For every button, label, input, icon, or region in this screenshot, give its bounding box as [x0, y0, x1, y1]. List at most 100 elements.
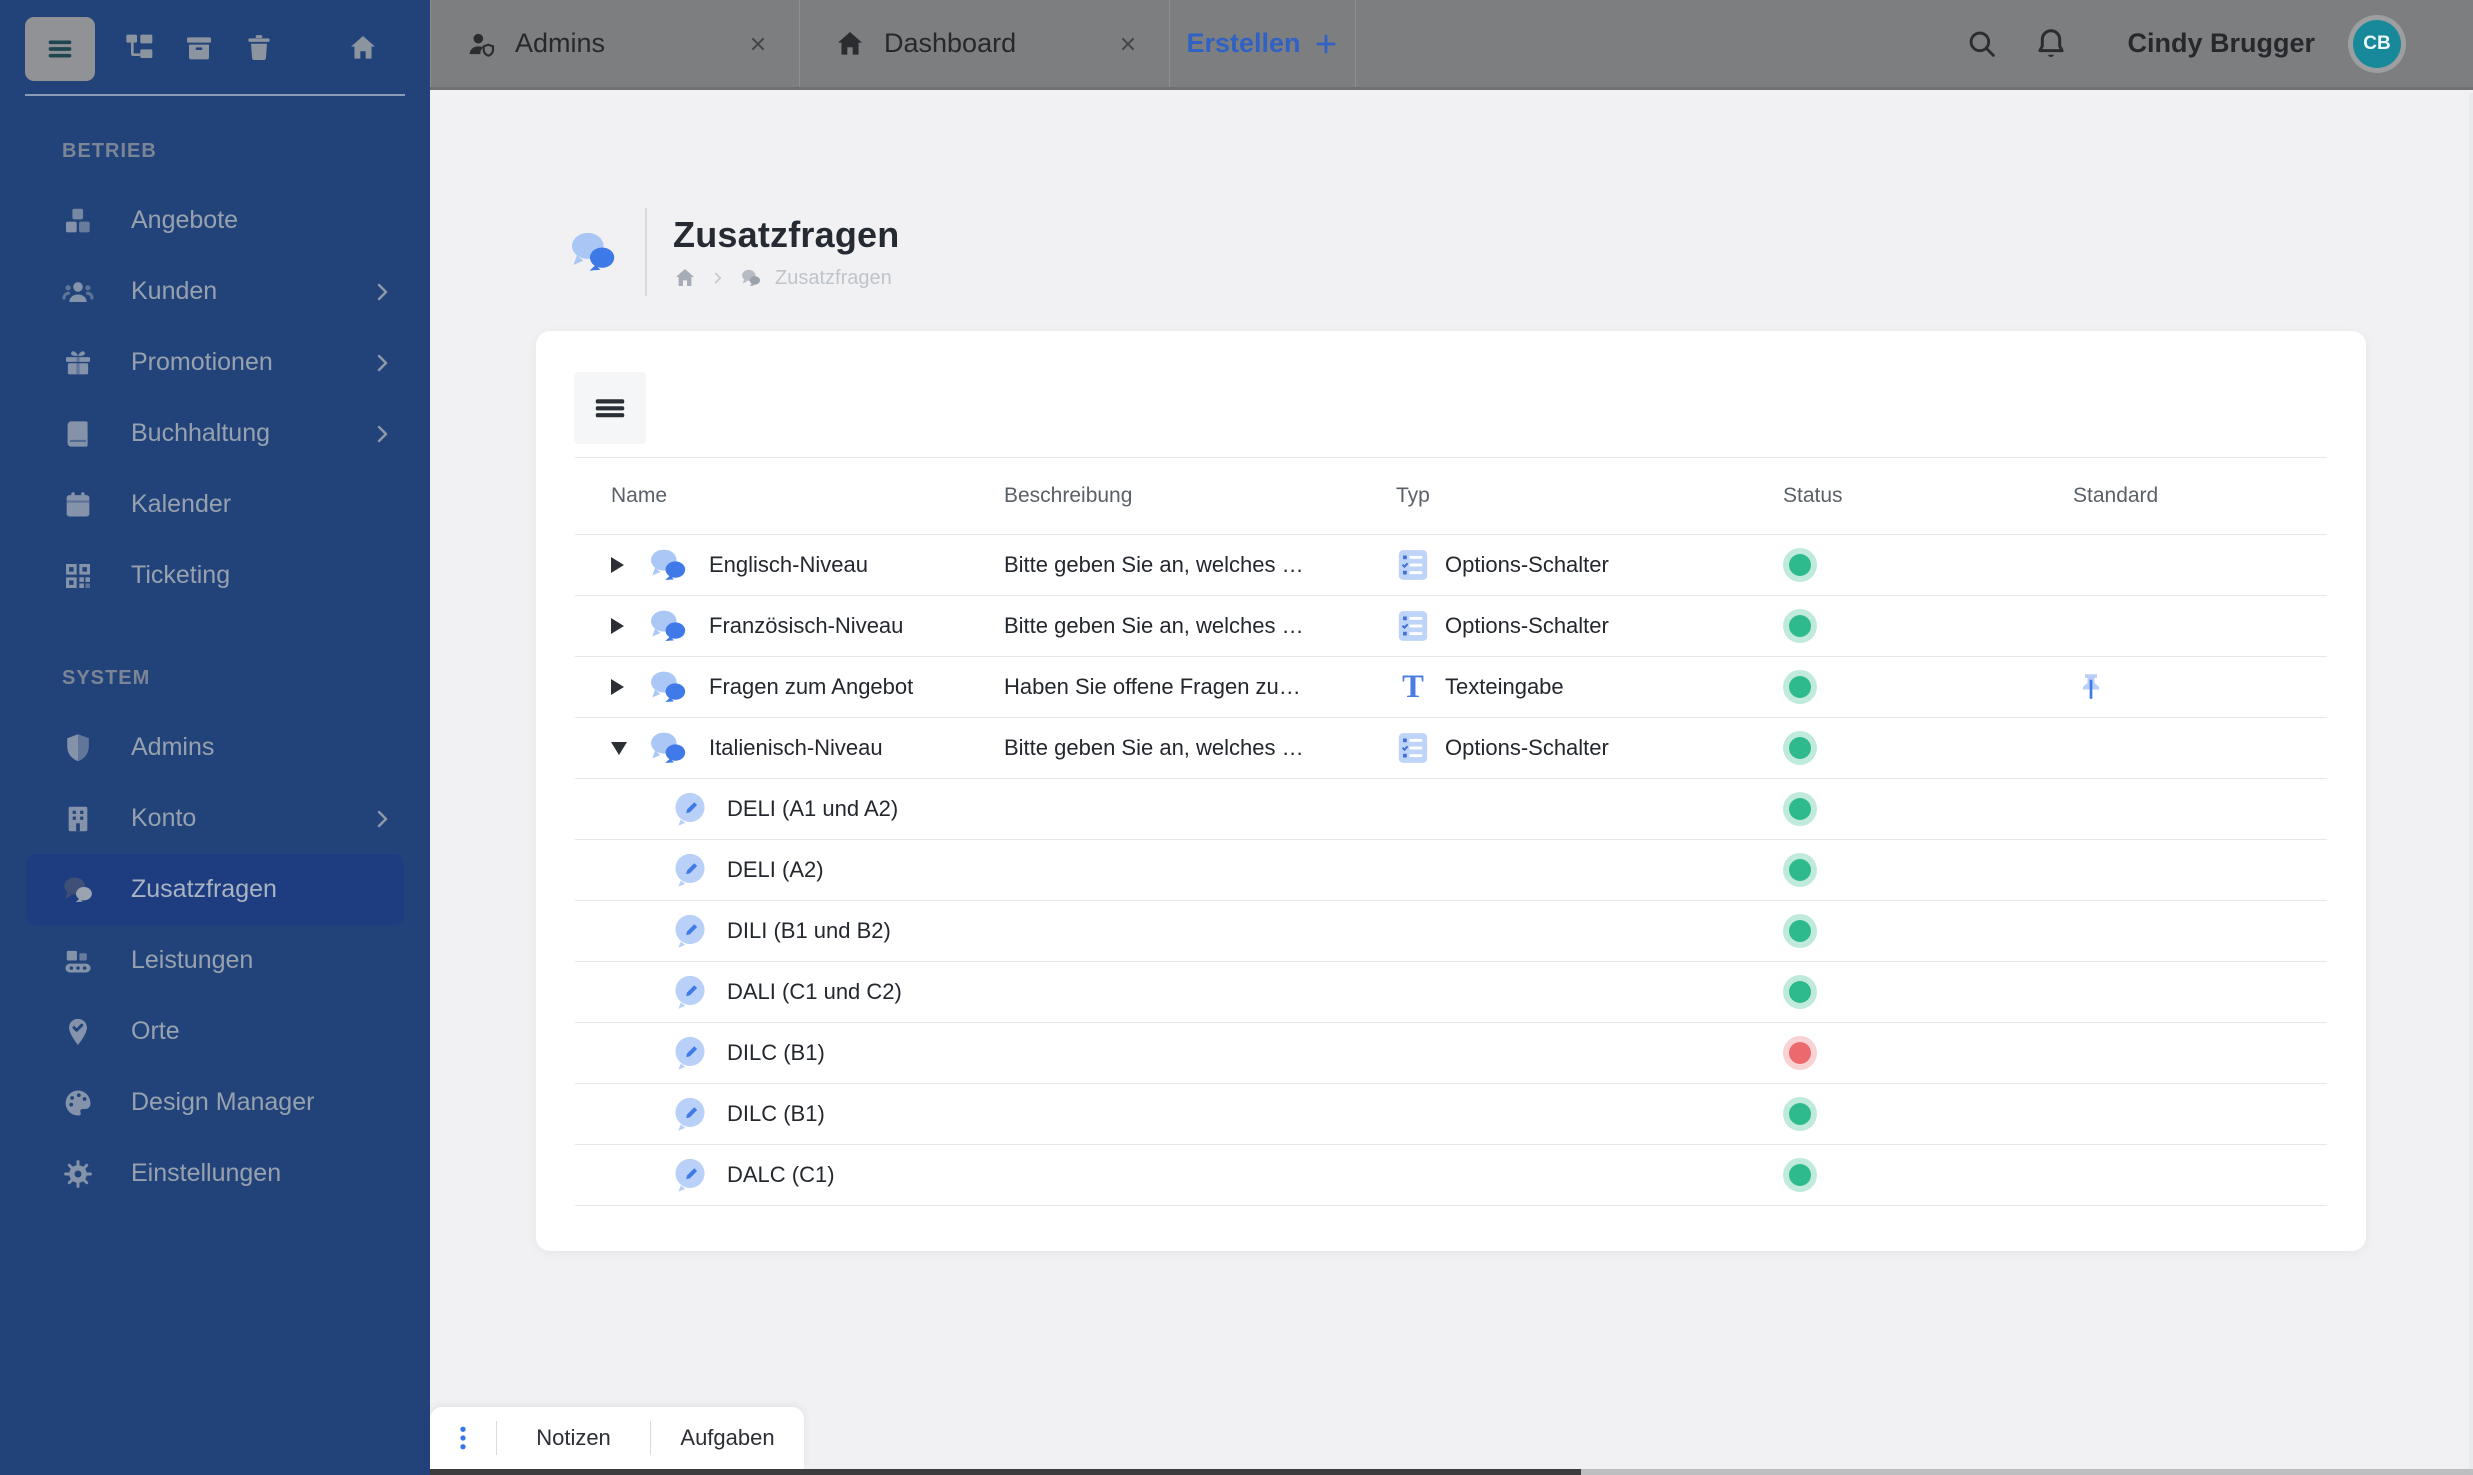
row-name: Fragen zum Angebot — [709, 674, 914, 699]
row-status — [1783, 554, 2073, 576]
table-child-row[interactable]: DILC (B1) — [575, 1023, 2327, 1084]
caret-right-icon[interactable] — [611, 679, 641, 695]
row-type: Options-Schalter — [1396, 609, 1783, 643]
svg-text:T: T — [1402, 670, 1424, 704]
row-name: Italienisch-Niveau — [709, 735, 883, 760]
name-cell: Italienisch-Niveau — [575, 727, 1004, 769]
row-status — [1783, 920, 2073, 942]
sidebar-item-label: Einstellungen — [131, 1159, 282, 1187]
sidebar-item-kunden[interactable]: Kunden — [0, 256, 430, 327]
table-menu-button[interactable] — [574, 372, 646, 444]
home-icon — [834, 28, 866, 60]
row-status — [1783, 798, 2073, 820]
sidebar-section-items: Admins Konto Zusatzfragen Leistungen Orte Des… — [0, 712, 430, 1209]
tab-admins[interactable]: Admins — [430, 0, 800, 87]
sidebar-item-konto[interactable]: Konto — [0, 783, 430, 854]
tab-bar: Admins Dashboard Erstellen — [430, 0, 1356, 87]
table-child-row[interactable]: DALC (C1) — [575, 1145, 2327, 1206]
dock-item-notizen[interactable]: Notizen — [497, 1425, 650, 1451]
caret-down-icon[interactable] — [611, 741, 641, 755]
row-name: Englisch-Niveau — [709, 552, 868, 577]
table-row[interactable]: Fragen zum Angebot Haben Sie offene Frage… — [575, 657, 2327, 718]
dock-item-aufgaben[interactable]: Aufgaben — [651, 1425, 804, 1451]
archive-icon[interactable] — [169, 32, 229, 64]
tab-create-new[interactable]: Erstellen — [1170, 0, 1356, 87]
row-status — [1783, 981, 2073, 1003]
scrollbar-track[interactable] — [2469, 93, 2473, 1475]
pencil-bubble-icon — [671, 1095, 709, 1133]
more-options-icon[interactable] — [430, 1423, 496, 1453]
chat-bubbles-icon — [645, 544, 691, 586]
text-input-icon: T — [1396, 670, 1430, 704]
chat-bubbles-icon — [645, 727, 691, 769]
questions-table: Name Beschreibung Typ Status Standard Englisc… — [575, 457, 2327, 1206]
sidebar-section-items: Angebote Kunden Promotionen Buchhaltung Kale… — [0, 185, 430, 611]
sidebar-item-design-manager[interactable]: Design Manager — [0, 1067, 430, 1138]
pencil-bubble-icon — [671, 1156, 709, 1194]
row-type: Options-Schalter — [1396, 548, 1783, 582]
gear-icon — [55, 1158, 101, 1190]
table-row[interactable]: Englisch-Niveau Bitte geben Sie an, welch… — [575, 535, 2327, 596]
table-child-row[interactable]: DELI (A2) — [575, 840, 2327, 901]
folder-tree-icon[interactable] — [109, 32, 169, 64]
sidebar-item-admins[interactable]: Admins — [0, 712, 430, 783]
sidebar-item-einstellungen[interactable]: Einstellungen — [0, 1138, 430, 1209]
sidebar-menu-button[interactable] — [25, 17, 95, 81]
sidebar-item-label: Promotionen — [131, 348, 273, 376]
user-name[interactable]: Cindy Brugger — [2127, 28, 2315, 59]
sidebar-item-promotionen[interactable]: Promotionen — [0, 327, 430, 398]
sidebar-section-title: BETRIEB — [62, 140, 157, 162]
create-tab-label: Erstellen — [1186, 28, 1301, 58]
chevron-right-icon — [370, 351, 394, 375]
row-description: Bitte geben Sie an, welches … — [1004, 552, 1304, 577]
row-name: DILC (B1) — [727, 1040, 825, 1065]
tab-dashboard[interactable]: Dashboard — [800, 0, 1170, 87]
status-dot-green — [1789, 981, 1811, 1003]
building-icon — [55, 803, 101, 835]
trash-icon[interactable] — [229, 32, 289, 64]
close-icon[interactable] — [747, 33, 769, 55]
status-dot-green — [1789, 1164, 1811, 1186]
name-cell: DELI (A2) — [575, 851, 1004, 889]
avatar[interactable]: CB — [2353, 19, 2401, 68]
page-header: Zusatzfragen Zusatzfragen — [565, 208, 899, 296]
table-child-row[interactable]: DILC (B1) — [575, 1084, 2327, 1145]
row-status — [1783, 615, 2073, 637]
sidebar-item-buchhaltung[interactable]: Buchhaltung — [0, 398, 430, 469]
page-chat-bubbles-icon — [565, 226, 621, 278]
book-icon — [55, 418, 101, 450]
header-divider — [645, 208, 647, 296]
caret-right-icon[interactable] — [611, 618, 641, 634]
row-description: Haben Sie offene Fragen zu… — [1004, 674, 1301, 699]
user-badge-icon — [465, 28, 497, 60]
table-row[interactable]: Französisch-Niveau Bitte geben Sie an, we… — [575, 596, 2327, 657]
close-icon[interactable] — [1117, 33, 1139, 55]
sidebar-item-label: Orte — [131, 1017, 180, 1045]
qr-icon — [55, 560, 101, 592]
column-header-status: Status — [1783, 484, 1843, 507]
breadcrumb-home-icon[interactable] — [673, 266, 697, 290]
caret-right-icon[interactable] — [611, 557, 641, 573]
chevron-right-icon — [370, 422, 394, 446]
search-icon[interactable] — [1965, 27, 1999, 61]
sidebar-item-label: Angebote — [131, 206, 239, 234]
notifications-bell-icon[interactable] — [2033, 26, 2069, 62]
name-cell: DILI (B1 und B2) — [575, 912, 1004, 950]
conveyor-icon — [55, 945, 101, 977]
sidebar-item-angebote[interactable]: Angebote — [0, 185, 430, 256]
row-name: DELI (A2) — [727, 857, 824, 882]
table-child-row[interactable]: DELI (A1 und A2) — [575, 779, 2327, 840]
sidebar-item-zusatzfragen[interactable]: Zusatzfragen — [26, 854, 404, 925]
sidebar-item-ticketing[interactable]: Ticketing — [0, 540, 430, 611]
page-title: Zusatzfragen — [673, 214, 900, 255]
sidebar-item-kalender[interactable]: Kalender — [0, 469, 430, 540]
sidebar-item-label: Leistungen — [131, 946, 254, 974]
tab-label: Admins — [515, 28, 606, 58]
sidebar-item-orte[interactable]: Orte — [0, 996, 430, 1067]
sidebar-item-leistungen[interactable]: Leistungen — [0, 925, 430, 996]
strip-dark-segment — [430, 1469, 1581, 1475]
table-row[interactable]: Italienisch-Niveau Bitte geben Sie an, we… — [575, 718, 2327, 779]
home-icon[interactable] — [333, 32, 393, 64]
table-child-row[interactable]: DALI (C1 und C2) — [575, 962, 2327, 1023]
table-child-row[interactable]: DILI (B1 und B2) — [575, 901, 2327, 962]
